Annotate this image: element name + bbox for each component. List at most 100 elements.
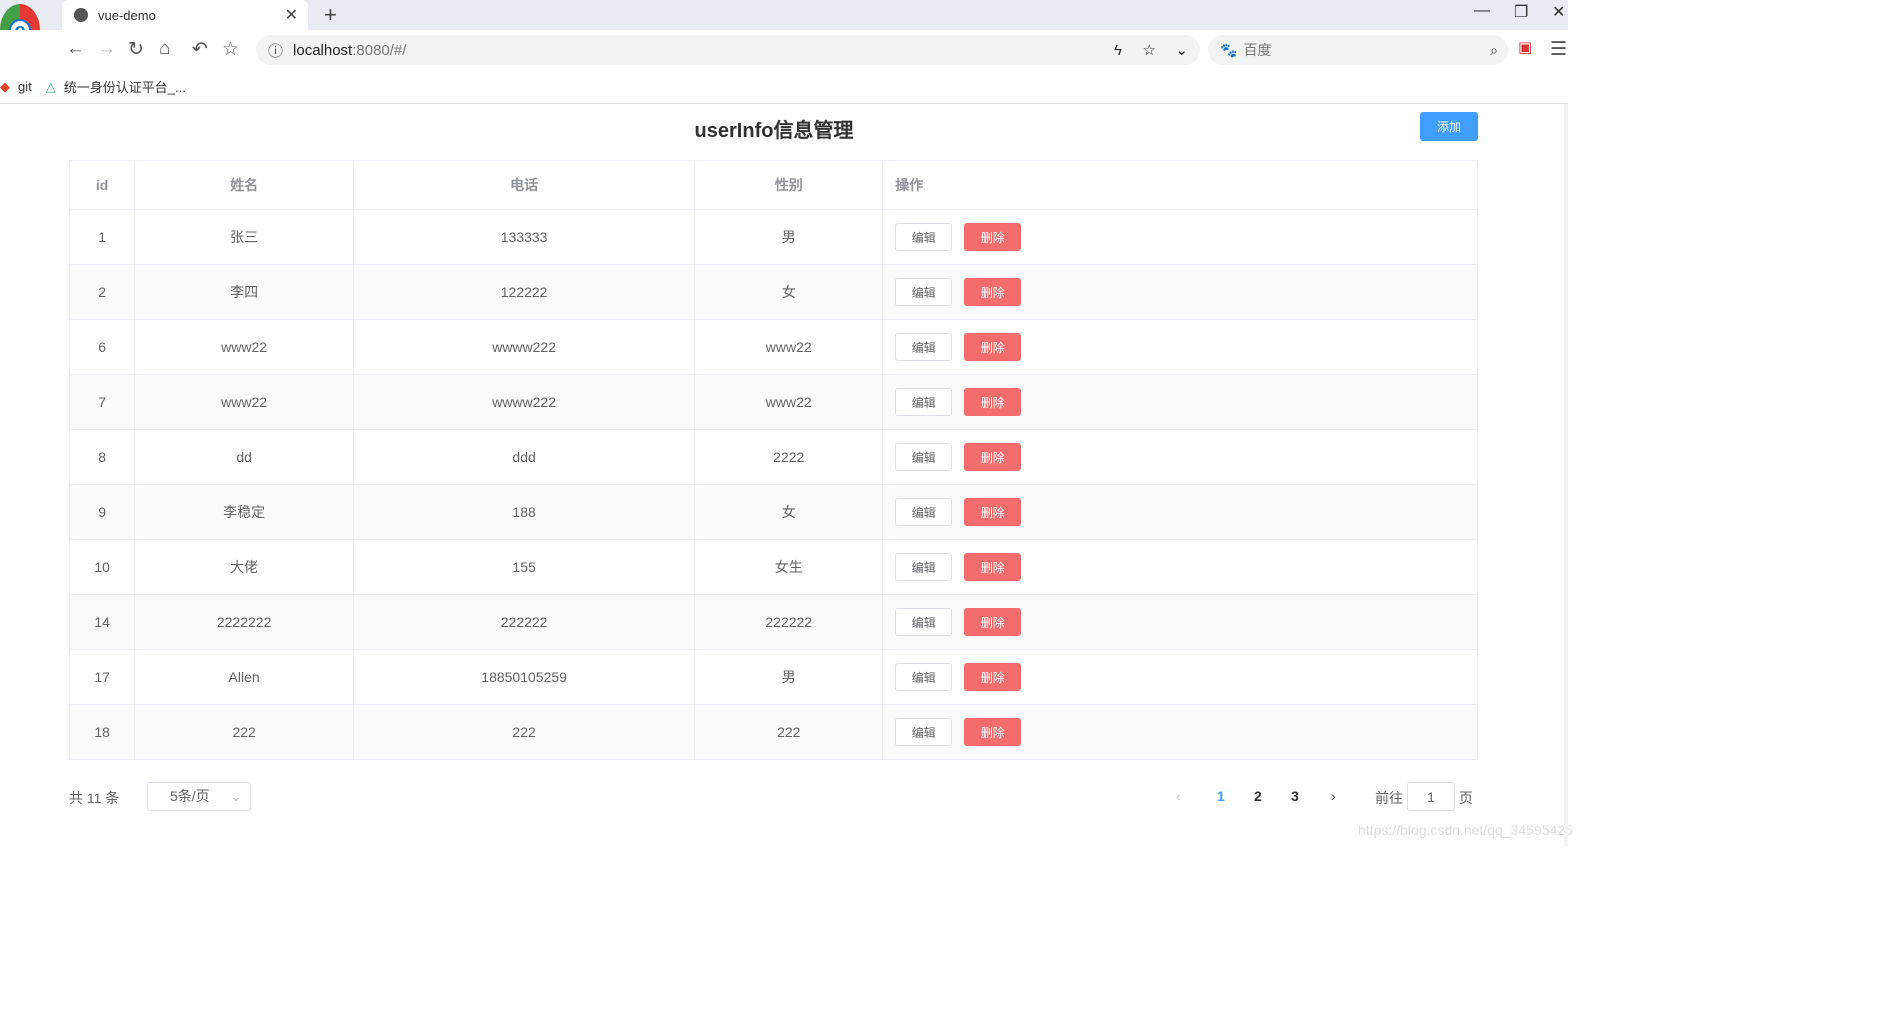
globe-icon bbox=[74, 8, 88, 22]
watermark: https://blog.csdn.net/qq_34595425 bbox=[1358, 822, 1573, 838]
baidu-icon: 🐾 bbox=[1220, 41, 1238, 58]
actions-cell: 编辑 删除 bbox=[882, 429, 1478, 485]
edit-button[interactable]: 编辑 bbox=[895, 608, 953, 636]
table-row: 6 www22 wwww222 www22 编辑 删除 bbox=[68, 319, 1478, 375]
total-count: 共 11 条 bbox=[69, 790, 120, 806]
scrollbar[interactable] bbox=[1564, 104, 1568, 846]
goto-page-input[interactable] bbox=[1407, 782, 1455, 811]
restore-button[interactable]: ❐ bbox=[1514, 2, 1528, 22]
edit-button[interactable]: 编辑 bbox=[895, 498, 953, 526]
delete-button[interactable]: 删除 bbox=[964, 333, 1022, 361]
bookmark-auth[interactable]: 统一身份认证平台_... bbox=[64, 77, 186, 96]
tab-bar: e vue-demo✕ + — ❐ ✕ bbox=[0, 0, 1568, 56]
close-tab-icon[interactable]: ✕ bbox=[285, 5, 298, 25]
page-size-value: 5条/页 bbox=[170, 788, 210, 804]
forward-icon[interactable]: → bbox=[97, 38, 116, 60]
column-header: 姓名 bbox=[134, 160, 354, 210]
minimize-button[interactable]: — bbox=[1474, 2, 1490, 20]
table-cell: 222 bbox=[352, 704, 696, 760]
delete-button[interactable]: 删除 bbox=[964, 608, 1022, 636]
delete-button[interactable]: 删除 bbox=[964, 553, 1022, 581]
search-placeholder: 百度 bbox=[1243, 42, 1272, 58]
edit-button[interactable]: 编辑 bbox=[895, 718, 953, 746]
actions-cell: 编辑 删除 bbox=[882, 594, 1478, 650]
search-input[interactable]: 🐾 百度 ⌕ bbox=[1208, 35, 1508, 65]
bookmarks-bar: ◆ git △ 统一身份认证平台_... bbox=[0, 70, 1568, 104]
menu-icon[interactable]: ☰ bbox=[1550, 38, 1567, 61]
delete-button[interactable]: 删除 bbox=[964, 443, 1022, 471]
table-row: 10 大佬 155 女生 编辑 删除 bbox=[68, 539, 1478, 595]
table-cell: 2222222 bbox=[134, 594, 354, 650]
pdf-icon[interactable]: ▣ bbox=[1518, 38, 1532, 56]
chevron-down-icon: ⌄ bbox=[230, 788, 242, 804]
next-page-icon[interactable]: › bbox=[1331, 788, 1336, 804]
table-cell: 男 bbox=[694, 649, 884, 705]
add-button[interactable]: 添加 bbox=[1420, 112, 1478, 141]
table-cell: 女生 bbox=[694, 539, 884, 595]
table-cell: 女 bbox=[694, 484, 884, 540]
table-cell: 133333 bbox=[352, 209, 696, 265]
table-cell: 18850105259 bbox=[352, 649, 696, 705]
edit-button[interactable]: 编辑 bbox=[895, 553, 953, 581]
browser-tab[interactable]: vue-demo ✕ bbox=[62, 0, 308, 30]
column-header: 电话 bbox=[352, 160, 696, 210]
bookmark-git[interactable]: git bbox=[18, 79, 32, 94]
table-cell: ddd bbox=[352, 429, 696, 485]
address-bar[interactable]: ⓘ localhost:8080/#/ ϟ ☆ ⌄ bbox=[256, 35, 1200, 65]
reload-icon[interactable]: ↻ bbox=[128, 38, 144, 61]
actions-cell: 编辑 删除 bbox=[882, 264, 1478, 320]
url-host: localhost bbox=[293, 41, 353, 59]
close-window-button[interactable]: ✕ bbox=[1552, 2, 1565, 22]
actions-cell: 编辑 删除 bbox=[882, 484, 1478, 540]
bookmark-star-icon[interactable]: ☆ bbox=[1143, 41, 1156, 59]
tab-title: vue-demo bbox=[98, 7, 156, 23]
edit-button[interactable]: 编辑 bbox=[895, 388, 953, 416]
edit-button[interactable]: 编辑 bbox=[895, 278, 953, 306]
table-cell: 8 bbox=[68, 429, 136, 485]
page-unit-label: 页 bbox=[1459, 790, 1473, 806]
table-cell: 女 bbox=[694, 264, 884, 320]
table-cell: 张三 bbox=[134, 209, 354, 265]
vue-icon: △ bbox=[45, 78, 56, 94]
table-cell: Allen bbox=[134, 649, 354, 705]
nav-bar: ← → ↻ ⌂ ↶ ☆ ⓘ localhost:8080/#/ ϟ ☆ ⌄ 🐾 百度 ⌕ … bbox=[0, 30, 1568, 70]
undo-icon[interactable]: ↶ bbox=[192, 38, 208, 61]
delete-button[interactable]: 删除 bbox=[964, 498, 1022, 526]
page-size-select[interactable]: 5条/页 ⌄ bbox=[147, 782, 251, 811]
page-1[interactable]: 1 bbox=[1217, 788, 1225, 804]
edit-button[interactable]: 编辑 bbox=[895, 333, 953, 361]
column-header: id bbox=[68, 160, 136, 210]
edit-button[interactable]: 编辑 bbox=[895, 663, 953, 691]
actions-cell: 编辑 删除 bbox=[882, 374, 1478, 430]
star-icon[interactable]: ☆ bbox=[222, 38, 239, 61]
table-row: 9 李稳定 188 女编辑 删除 bbox=[68, 484, 1478, 540]
table-cell: wwww222 bbox=[352, 374, 696, 430]
home-icon[interactable]: ⌂ bbox=[159, 38, 170, 60]
table-cell: 2222 bbox=[694, 429, 884, 485]
delete-button[interactable]: 删除 bbox=[964, 718, 1022, 746]
page-2[interactable]: 2 bbox=[1254, 788, 1262, 804]
table-cell: 155 bbox=[352, 539, 696, 595]
delete-button[interactable]: 删除 bbox=[964, 278, 1022, 306]
delete-button[interactable]: 删除 bbox=[964, 663, 1022, 691]
delete-button[interactable]: 删除 bbox=[964, 223, 1022, 251]
table-cell: 2 bbox=[68, 264, 136, 320]
lightning-icon[interactable]: ϟ bbox=[1114, 42, 1122, 59]
column-header: 性别 bbox=[694, 160, 884, 210]
edit-button[interactable]: 编辑 bbox=[895, 223, 953, 251]
delete-button[interactable]: 删除 bbox=[964, 388, 1022, 416]
actions-cell: 编辑 删除 bbox=[882, 704, 1478, 760]
table-cell: 222 bbox=[134, 704, 354, 760]
actions-cell: 编辑 删除 bbox=[882, 319, 1478, 375]
prev-page-icon[interactable]: ‹ bbox=[1176, 788, 1181, 804]
new-tab-button[interactable]: + bbox=[324, 2, 337, 28]
table-cell: 1 bbox=[68, 209, 136, 265]
table-cell: 222222 bbox=[694, 594, 884, 650]
chevron-down-icon[interactable]: ⌄ bbox=[1175, 41, 1188, 59]
table-cell: 222222 bbox=[352, 594, 696, 650]
page-3[interactable]: 3 bbox=[1291, 788, 1299, 804]
edit-button[interactable]: 编辑 bbox=[895, 443, 953, 471]
search-icon[interactable]: ⌕ bbox=[1490, 42, 1498, 59]
table-cell: 122222 bbox=[352, 264, 696, 320]
back-icon[interactable]: ← bbox=[66, 38, 85, 60]
